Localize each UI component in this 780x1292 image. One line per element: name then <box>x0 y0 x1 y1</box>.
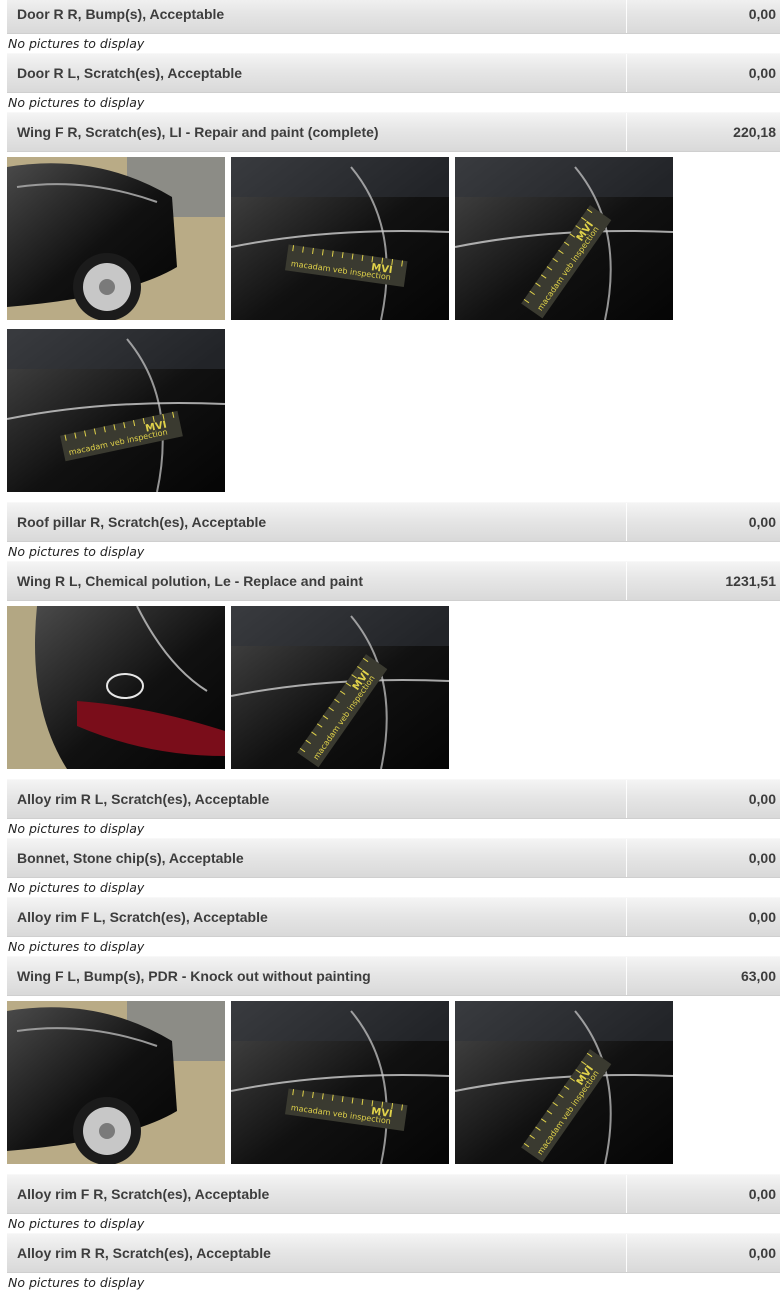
damage-report: Door R R, Bump(s), Acceptable 0,00 No pict… <box>0 0 780 1292</box>
column-divider <box>626 562 627 600</box>
column-divider <box>626 1175 627 1213</box>
damage-row[interactable]: Wing F L, Bump(s), PDR - Knock out witho… <box>7 956 780 996</box>
ruler-closeup-photo[interactable]: macadam veb inspection MVI <box>231 1001 449 1164</box>
no-pictures-message: No pictures to display <box>8 1275 145 1290</box>
damage-row[interactable]: Wing R L, Chemical polution, Le - Replac… <box>7 561 780 601</box>
damage-description: Wing F R, Scratch(es), LI - Repair and p… <box>17 124 379 140</box>
damage-row[interactable]: Alloy rim F R, Scratch(es), Acceptable 0,… <box>7 1174 780 1214</box>
ruler-closeup-photo[interactable]: macadam veb inspection MVI <box>231 606 449 769</box>
no-pictures-message: No pictures to display <box>8 95 145 110</box>
damage-description: Bonnet, Stone chip(s), Acceptable <box>17 850 244 866</box>
column-divider <box>626 0 627 33</box>
damage-amount: 220,18 <box>733 124 776 140</box>
photo-gallery: macadam veb inspection MVI <box>0 601 707 779</box>
damage-description: Wing R L, Chemical polution, Le - Replac… <box>17 573 364 589</box>
damage-amount: 0,00 <box>748 65 776 81</box>
damage-row[interactable]: Alloy rim R R, Scratch(es), Acceptable 0,… <box>7 1233 780 1273</box>
damage-description: Alloy rim R L, Scratch(es), Acceptable <box>17 791 270 807</box>
damage-amount: 0,00 <box>748 850 776 866</box>
column-divider <box>626 957 627 995</box>
damage-row[interactable]: Alloy rim R L, Scratch(es), Acceptable 0,… <box>7 779 780 819</box>
photo-gallery: macadam veb inspection MVI macadam veb ins… <box>0 152 707 502</box>
no-pictures-message: No pictures to display <box>8 544 145 559</box>
ruler-closeup-photo[interactable]: macadam veb inspection MVI <box>231 157 449 320</box>
no-pictures-message: No pictures to display <box>8 36 145 51</box>
no-pictures-message: No pictures to display <box>8 880 145 895</box>
damage-row[interactable]: Wing F R, Scratch(es), LI - Repair and p… <box>7 112 780 152</box>
column-divider <box>626 839 627 877</box>
no-pictures-message: No pictures to display <box>8 939 145 954</box>
damage-amount: 1231,51 <box>725 573 776 589</box>
damage-row[interactable]: Bonnet, Stone chip(s), Acceptable 0,00 <box>7 838 780 878</box>
column-divider <box>626 1234 627 1272</box>
car-rear-photo[interactable] <box>7 606 225 769</box>
damage-description: Alloy rim F R, Scratch(es), Acceptable <box>17 1186 270 1202</box>
no-pictures-message: No pictures to display <box>8 821 145 836</box>
damage-description: Door R L, Scratch(es), Acceptable <box>17 65 243 81</box>
damage-description: Roof pillar R, Scratch(es), Acceptable <box>17 514 267 530</box>
ruler-closeup-photo[interactable]: macadam veb inspection MVI <box>455 1001 673 1164</box>
damage-description: Alloy rim R R, Scratch(es), Acceptable <box>17 1245 271 1261</box>
damage-amount: 0,00 <box>748 791 776 807</box>
damage-row[interactable]: Alloy rim F L, Scratch(es), Acceptable 0,… <box>7 897 780 937</box>
photo-gallery: macadam veb inspection MVI macadam veb ins… <box>0 996 707 1174</box>
column-divider <box>626 113 627 151</box>
damage-amount: 0,00 <box>748 1245 776 1261</box>
car-side-photo[interactable] <box>7 1001 225 1164</box>
ruler-closeup-photo[interactable]: macadam veb inspection MVI <box>7 329 225 492</box>
column-divider <box>626 54 627 92</box>
column-divider <box>626 503 627 541</box>
car-wheel-photo[interactable] <box>7 157 225 320</box>
damage-description: Alloy rim F L, Scratch(es), Acceptable <box>17 909 268 925</box>
damage-row[interactable]: Roof pillar R, Scratch(es), Acceptable 0,… <box>7 502 780 542</box>
ruler-closeup-photo[interactable]: macadam veb inspection MVI <box>455 157 673 320</box>
damage-description: Wing F L, Bump(s), PDR - Knock out witho… <box>17 968 371 984</box>
column-divider <box>626 898 627 936</box>
damage-row[interactable]: Door R L, Scratch(es), Acceptable 0,00 <box>7 53 780 93</box>
damage-amount: 0,00 <box>748 514 776 530</box>
damage-row[interactable]: Door R R, Bump(s), Acceptable 0,00 <box>7 0 780 34</box>
damage-amount: 0,00 <box>748 6 776 22</box>
column-divider <box>626 780 627 818</box>
damage-amount: 63,00 <box>740 968 776 984</box>
damage-amount: 0,00 <box>748 1186 776 1202</box>
damage-description: Door R R, Bump(s), Acceptable <box>17 6 225 22</box>
no-pictures-message: No pictures to display <box>8 1216 145 1231</box>
damage-amount: 0,00 <box>748 909 776 925</box>
